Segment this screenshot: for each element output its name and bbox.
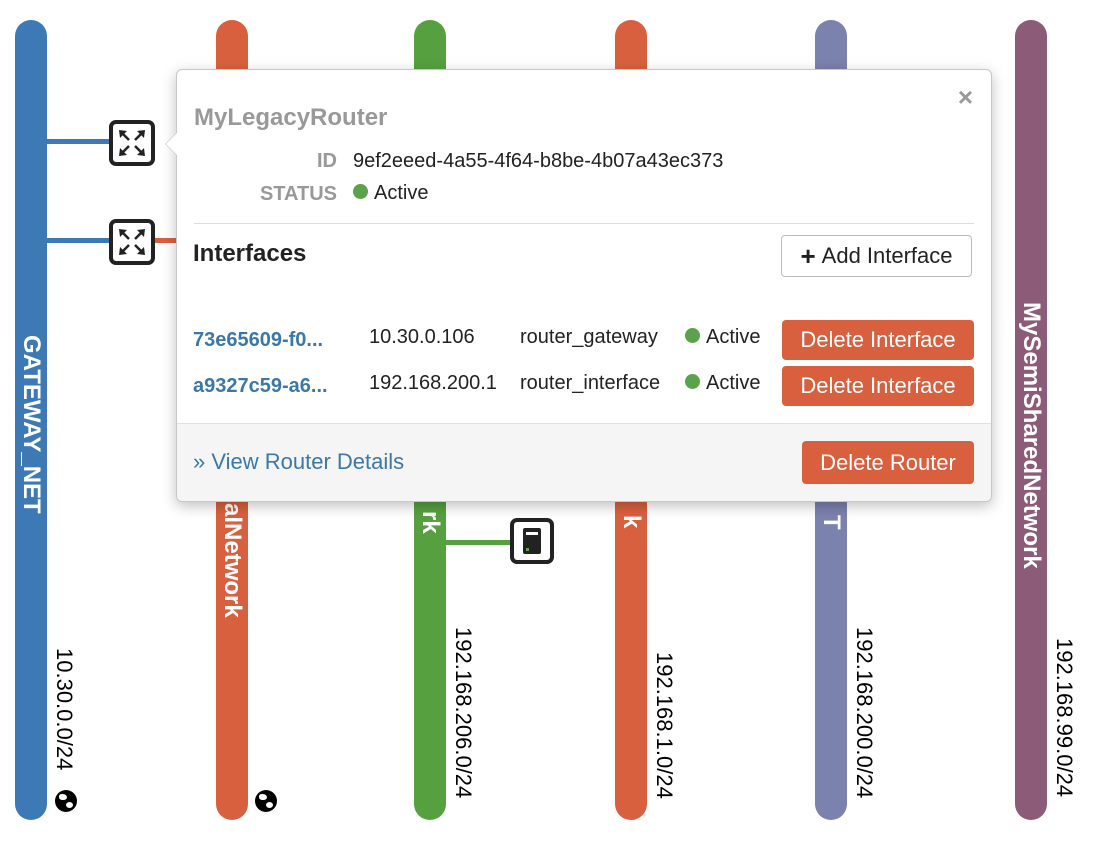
view-router-details-link[interactable]: » View Router Details bbox=[193, 449, 404, 475]
instance-link bbox=[446, 540, 512, 545]
interface-id-link[interactable]: a9327c59-a6... bbox=[193, 375, 328, 398]
interface-ip: 192.168.200.1 bbox=[369, 372, 497, 394]
status-dot-icon bbox=[685, 374, 700, 390]
network-name: k bbox=[618, 515, 645, 529]
network-bar-my-semi-shared-network[interactable]: MySemiSharedNetwork bbox=[1015, 20, 1047, 820]
status-text: Active bbox=[374, 182, 429, 204]
server-instance-icon[interactable] bbox=[510, 518, 554, 564]
interface-status: Active bbox=[685, 372, 760, 395]
interface-row: a9327c59-a6... 192.168.200.1 router_inte… bbox=[193, 366, 975, 406]
network-cidr: 10.30.0.0/24 bbox=[52, 648, 77, 771]
network-cidr: 192.168.1.0/24 bbox=[652, 652, 677, 799]
network-cidr: 192.168.206.0/24 bbox=[451, 627, 476, 799]
interface-status-text: Active bbox=[706, 326, 761, 348]
network-name: GATEWAY_NET bbox=[18, 334, 45, 514]
globe-icon bbox=[255, 790, 277, 812]
status-dot-icon bbox=[353, 184, 368, 200]
popup-arrow bbox=[166, 133, 177, 155]
router-detail-popup: × MyLegacyRouter ID 9ef2eeed-4a55-4f64-b… bbox=[165, 69, 992, 502]
router-arrows-icon[interactable] bbox=[109, 120, 155, 166]
interface-status-text: Active bbox=[706, 372, 761, 394]
status-value: Active bbox=[353, 182, 428, 205]
network-bar-gateway-net[interactable]: GATEWAY_NET bbox=[15, 20, 47, 820]
router-link-gateway bbox=[46, 238, 112, 243]
router-title: MyLegacyRouter bbox=[194, 104, 388, 131]
network-name: MySemiSharedNetwork bbox=[1018, 301, 1045, 569]
network-cidr: 192.168.200.0/24 bbox=[852, 627, 877, 799]
add-interface-button[interactable]: + Add Interface bbox=[781, 235, 972, 277]
network-name: rk bbox=[417, 510, 444, 534]
status-dot-icon bbox=[685, 328, 700, 344]
delete-router-button[interactable]: Delete Router bbox=[802, 441, 974, 484]
delete-interface-button[interactable]: Delete Interface bbox=[782, 320, 974, 360]
network-name: alNetwork bbox=[219, 502, 246, 618]
status-label: STATUS bbox=[259, 183, 337, 205]
plus-icon: + bbox=[800, 241, 816, 271]
router-link-gateway bbox=[46, 139, 112, 144]
id-label: ID bbox=[317, 150, 337, 172]
router-arrows-icon[interactable] bbox=[109, 219, 155, 265]
interfaces-title: Interfaces bbox=[193, 240, 307, 267]
popup-footer: » View Router Details Delete Router bbox=[177, 423, 991, 501]
network-cidr: 192.168.99.0/24 bbox=[1052, 638, 1077, 798]
id-value: 9ef2eeed-4a55-4f64-b8be-4b07a43ec373 bbox=[353, 150, 724, 172]
interface-row: 73e65609-f0... 10.30.0.106 router_gatewa… bbox=[193, 320, 975, 360]
interface-status: Active bbox=[685, 326, 760, 349]
interface-id-link[interactable]: 73e65609-f0... bbox=[193, 329, 323, 352]
interface-name: router_gateway bbox=[520, 326, 658, 348]
add-interface-label: Add Interface bbox=[821, 243, 953, 268]
interface-name: router_interface bbox=[520, 372, 661, 394]
interface-ip: 10.30.0.106 bbox=[369, 326, 475, 348]
globe-icon bbox=[55, 790, 77, 812]
delete-interface-button[interactable]: Delete Interface bbox=[782, 366, 974, 406]
network-name: T bbox=[818, 514, 845, 530]
divider bbox=[194, 223, 974, 224]
close-icon[interactable]: × bbox=[958, 84, 973, 110]
